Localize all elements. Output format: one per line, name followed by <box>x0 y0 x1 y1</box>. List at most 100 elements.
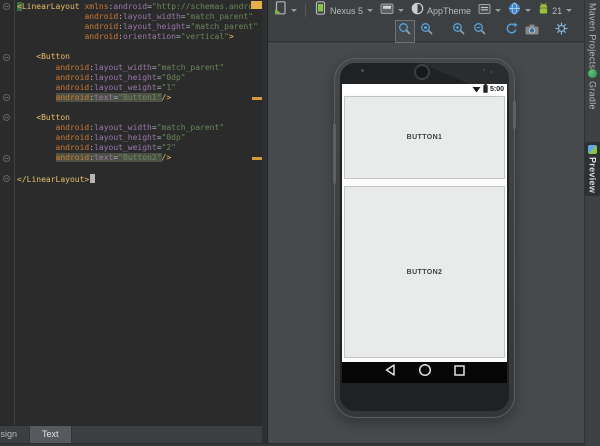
screenshot-button[interactable] <box>523 21 541 41</box>
chevron-down-icon <box>291 9 297 12</box>
error-stripe-mark[interactable] <box>252 157 262 160</box>
zoom-actual-button[interactable] <box>395 20 415 43</box>
refresh-button[interactable] <box>503 21 520 41</box>
code-line[interactable]: android:layout_height="match_parent" <box>17 22 262 32</box>
layout-variant-button[interactable] <box>272 0 299 21</box>
zoom-out-icon <box>473 22 487 41</box>
settings-gear-icon <box>555 22 568 40</box>
recents-icon <box>453 364 466 382</box>
chevron-down-icon <box>495 9 501 12</box>
preview-settings-button[interactable] <box>553 21 570 41</box>
fold-marker[interactable]: − <box>3 155 10 162</box>
device-label: Nexus 5 <box>330 6 363 16</box>
globe-icon <box>508 2 521 20</box>
fold-marker[interactable]: − <box>3 94 10 101</box>
toolbar-separator <box>305 4 306 17</box>
code-line[interactable]: android:layout_weight="1" <box>17 83 262 93</box>
highlighted-code-segment: android:text="Button1" <box>56 93 162 102</box>
chevron-down-icon <box>566 9 572 12</box>
tab-text[interactable]: Text <box>30 426 72 443</box>
gradle-icon <box>588 69 597 78</box>
zoom-actual-icon <box>398 22 412 41</box>
code-line[interactable]: android:layout_width="match_parent" <box>17 123 262 133</box>
device-glass: 5:00 BUTTON1 BUTTON2 <box>340 63 509 411</box>
chevron-down-icon <box>367 9 373 12</box>
fold-marker[interactable]: − <box>3 175 10 182</box>
status-time: 5:00 <box>490 86 504 93</box>
error-stripe-file-marker <box>251 1 262 9</box>
device-phone-icon <box>314 1 327 20</box>
code-line[interactable]: <Button <box>17 52 262 62</box>
tool-tab-gradle[interactable]: Gradle <box>585 66 600 113</box>
code-line[interactable] <box>17 42 262 52</box>
zoom-out-button[interactable] <box>471 21 489 42</box>
activity-icon <box>478 2 491 20</box>
power-button <box>513 101 516 129</box>
code-line[interactable] <box>17 164 262 174</box>
preview-zoom-toolbar <box>268 21 584 42</box>
code-line[interactable]: android:layout_height="0dp" <box>17 73 262 83</box>
screenshot-icon <box>525 22 539 40</box>
tool-tab-maven-projects[interactable]: Maven Projects <box>585 0 600 72</box>
android-studio-window: − − − − − − <LinearLayout xmlns:android="http… <box>0 0 600 446</box>
highlighted-code-segment: android:text="Button2" <box>56 153 162 162</box>
preview-canvas[interactable]: 5:00 BUTTON1 BUTTON2 <box>268 43 584 443</box>
device-frame: 5:00 BUTTON1 BUTTON2 <box>334 58 515 418</box>
navigation-bar <box>342 362 507 383</box>
editor-mode-tabs: Design Text <box>0 425 262 443</box>
code-line[interactable]: android:layout_width="match_parent" <box>17 12 262 22</box>
code-area[interactable]: <LinearLayout xmlns:android="http://sche… <box>17 2 262 184</box>
fold-marker[interactable]: − <box>3 54 10 61</box>
code-line[interactable]: <Button <box>17 113 262 123</box>
tool-tab-preview[interactable]: Preview <box>585 142 600 196</box>
theme-label: AppTheme <box>427 6 471 16</box>
layout-config-icon <box>274 1 287 20</box>
status-bar: 5:00 <box>342 84 507 94</box>
theme-selector-button[interactable]: AppTheme <box>409 1 473 21</box>
zoom-fit-button[interactable] <box>418 21 436 42</box>
android-robot-icon <box>538 2 549 20</box>
refresh-icon <box>505 22 518 40</box>
activity-selector-button[interactable] <box>476 1 503 21</box>
zoom-fit-icon <box>420 22 434 41</box>
code-line[interactable] <box>17 103 262 113</box>
code-line[interactable]: android:text="Button1"/> <box>17 93 262 103</box>
api-level-label: 21 <box>552 6 562 16</box>
chevron-down-icon <box>525 9 531 12</box>
device-screen: 5:00 BUTTON1 BUTTON2 <box>342 84 507 383</box>
error-stripe-mark[interactable] <box>252 97 262 100</box>
preview-button2[interactable]: BUTTON2 <box>344 186 505 358</box>
code-line[interactable]: android:layout_weight="2" <box>17 143 262 153</box>
tab-design[interactable]: Design <box>0 426 30 443</box>
code-line[interactable]: android:layout_width="match_parent" <box>17 63 262 73</box>
chevron-down-icon <box>398 9 404 12</box>
proximity-sensor-dot <box>361 69 364 72</box>
text-caret <box>90 174 95 183</box>
editor-gutter: − − − − − − <box>0 0 15 425</box>
zoom-in-icon <box>452 22 466 41</box>
mic-dot <box>490 71 492 73</box>
front-camera <box>414 64 430 80</box>
locale-selector-button[interactable] <box>506 1 533 21</box>
zoom-in-button[interactable] <box>450 21 468 42</box>
preview-icon <box>588 145 597 154</box>
code-line[interactable]: </LinearLayout> <box>17 174 262 184</box>
orientation-button[interactable] <box>378 1 406 21</box>
preview-config-toolbar: Nexus 5 AppTheme <box>268 0 584 21</box>
code-line[interactable]: android:layout_height="0dp" <box>17 133 262 143</box>
code-line[interactable]: android:text="Button2"/> <box>17 153 262 163</box>
preview-button1[interactable]: BUTTON1 <box>344 96 505 179</box>
home-icon <box>418 363 432 382</box>
orientation-icon <box>380 2 394 20</box>
code-line[interactable]: android:orientation="vertical"> <box>17 32 262 42</box>
xml-editor[interactable]: − − − − − − <LinearLayout xmlns:android="http… <box>0 0 262 426</box>
api-level-button[interactable]: 21 <box>536 1 574 21</box>
fold-marker[interactable]: − <box>3 114 10 121</box>
volume-rocker <box>333 124 336 184</box>
code-line[interactable]: <LinearLayout xmlns:android="http://sche… <box>17 2 262 12</box>
device-selector-button[interactable]: Nexus 5 <box>312 0 375 21</box>
fold-marker[interactable]: − <box>3 3 10 10</box>
right-tool-strip: Maven Projects Gradle Preview <box>584 0 600 446</box>
mic-dot <box>483 69 485 71</box>
theme-circle-icon <box>411 2 424 20</box>
